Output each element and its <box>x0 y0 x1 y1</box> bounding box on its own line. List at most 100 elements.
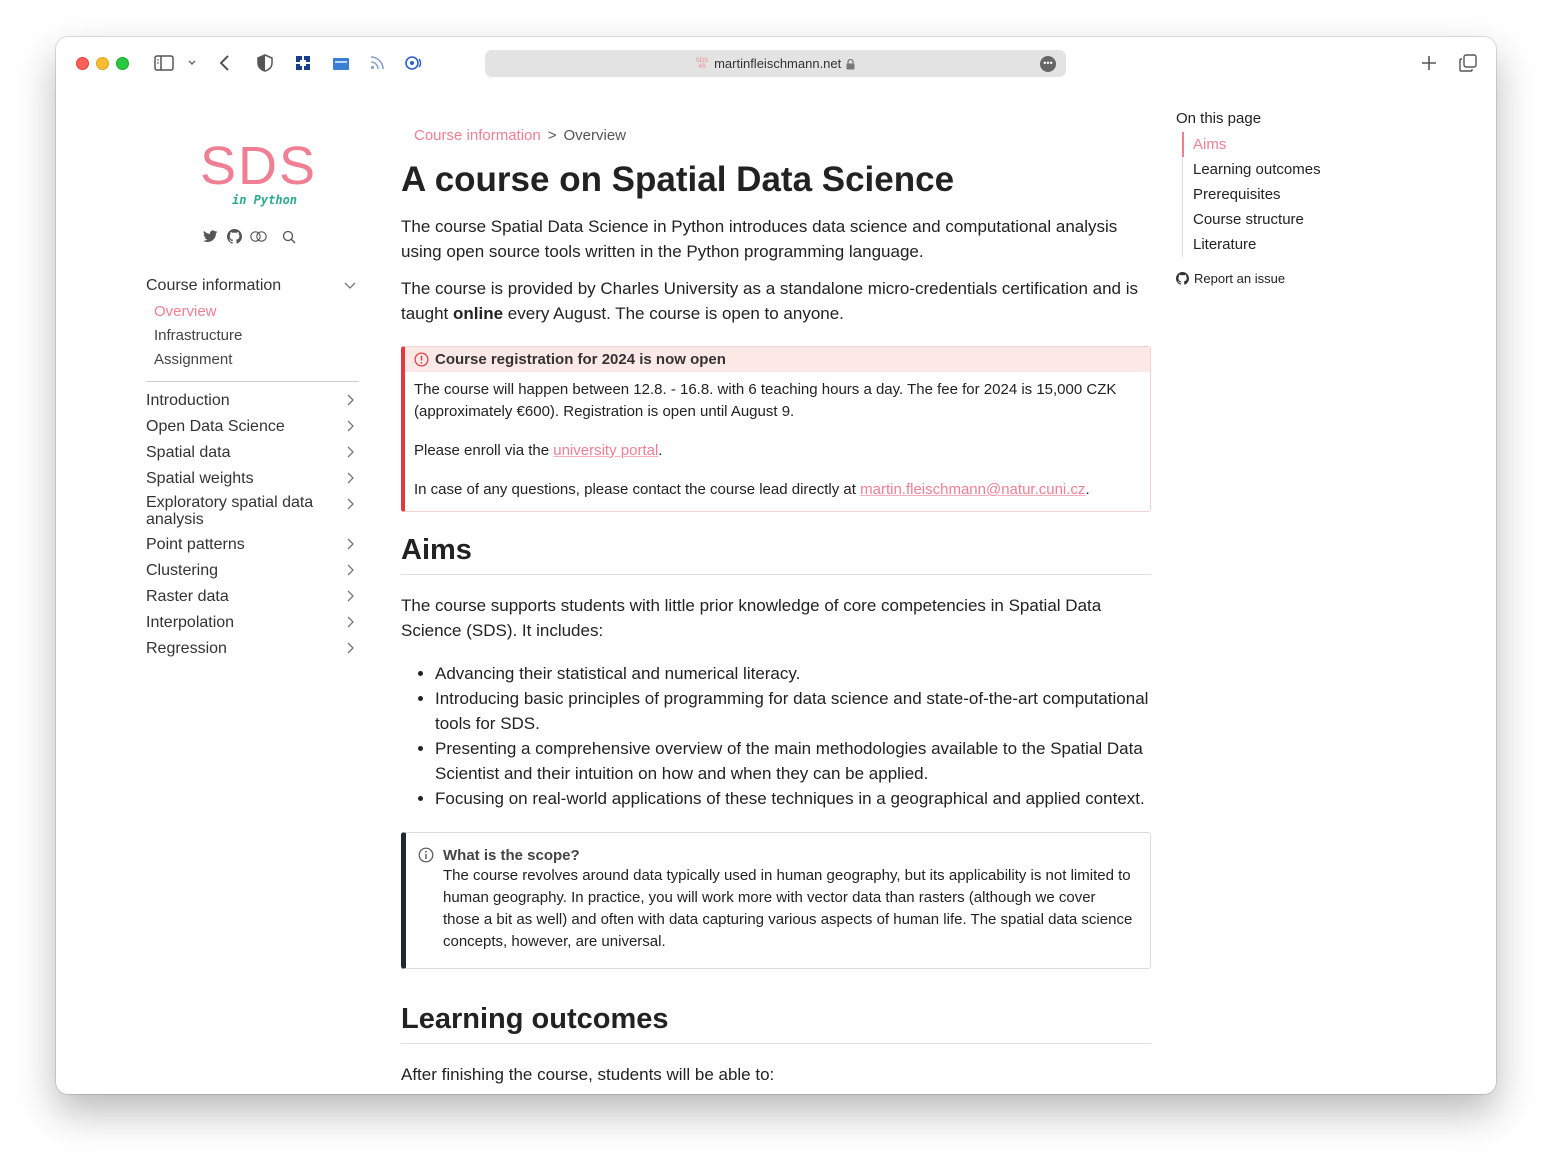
twitter-icon[interactable] <box>202 228 219 245</box>
list-item: Presenting a comprehensive overview of t… <box>435 736 1151 786</box>
chevron-right-icon[interactable] <box>343 419 357 433</box>
toc-item-prerequisites[interactable]: Prerequisites <box>1183 182 1376 207</box>
toc-item-literature[interactable]: Literature <box>1183 232 1376 257</box>
callout-title: What is the scope? <box>443 846 580 864</box>
aims-list: Advancing their statistical and numerica… <box>401 661 1151 811</box>
sidebar-section-course-information[interactable]: Course information <box>146 273 359 299</box>
toc-item-aims[interactable]: Aims <box>1182 132 1376 157</box>
main-content: Course information > Overview A course o… <box>401 123 1151 1087</box>
sidebar-toggle-icon[interactable] <box>153 52 175 74</box>
intro-paragraph: The course Spatial Data Science in Pytho… <box>401 217 1118 261</box>
sidebar-item-label: Clustering <box>146 562 219 579</box>
chevron-right-icon[interactable] <box>343 393 357 407</box>
sidebar-item-label: Exploratory spatial data analysis <box>146 494 314 528</box>
email-link[interactable]: martin.fleischmann@natur.cuni.cz <box>860 481 1085 498</box>
broadcast-icon[interactable] <box>403 52 423 74</box>
alert-icon <box>414 352 429 367</box>
logo-sub-text: in Python <box>232 193 298 207</box>
close-window-button[interactable] <box>76 57 89 70</box>
callout-paragraph: Please enroll via the university portal. <box>414 440 1140 462</box>
github-icon[interactable] <box>226 228 243 245</box>
toc-heading: On this page <box>1176 109 1262 127</box>
learning-outcomes-heading: Learning outcomes <box>401 1003 1151 1044</box>
sidebar-item-spatial-data[interactable]: Spatial data <box>146 440 359 466</box>
sidebar-item-introduction[interactable]: Introduction <box>146 388 359 414</box>
theme-toggle-icon[interactable] <box>250 228 267 245</box>
site-logo[interactable]: SDS in Python <box>200 137 315 207</box>
breadcrumb-separator: > <box>547 126 557 144</box>
chevron-right-icon[interactable] <box>343 563 357 577</box>
info-icon <box>418 847 434 863</box>
callout-text: In case of any questions, please contact… <box>414 481 861 498</box>
chevron-right-icon[interactable] <box>343 471 357 485</box>
report-issue-link[interactable]: Report an issue <box>1176 271 1376 286</box>
sidebar-item-raster-data[interactable]: Raster data <box>146 584 359 610</box>
toc-list: Aims Learning outcomes Prerequisites Cou… <box>1182 132 1376 257</box>
chevron-right-icon[interactable] <box>343 615 357 629</box>
sidebar-item-point-patterns[interactable]: Point patterns <box>146 532 359 558</box>
new-tab-icon[interactable] <box>1420 52 1438 74</box>
aims-heading: Aims <box>401 534 1151 575</box>
back-icon[interactable] <box>217 52 233 74</box>
address-bar[interactable]: SDS 4S martinfleischmann.net ••• <box>485 50 1066 77</box>
toc-item-learning-outcomes[interactable]: Learning outcomes <box>1183 157 1376 182</box>
sidebar-item-exploratory-spatial-data-analysis[interactable]: Exploratory spatial data analysis <box>146 492 359 532</box>
breadcrumb: Course information > Overview <box>401 123 1151 147</box>
sidebar-item-label: Regression <box>146 640 227 657</box>
page-title: A course on Spatial Data Science <box>401 160 955 199</box>
chevron-right-icon[interactable] <box>343 445 357 459</box>
sidebar-item-overview[interactable]: Overview <box>146 299 359 323</box>
rss-icon[interactable] <box>369 52 385 74</box>
toc-item-course-structure[interactable]: Course structure <box>1183 207 1376 232</box>
sidebar-item-assignment[interactable]: Assignment <box>146 347 359 371</box>
folder-icon[interactable] <box>331 52 351 74</box>
site-favicon: SDS 4S <box>695 57 709 70</box>
minimize-window-button[interactable] <box>96 57 109 70</box>
sidebar-item-interpolation[interactable]: Interpolation <box>146 610 359 636</box>
intro-bold-text: online <box>453 304 504 323</box>
chevron-right-icon[interactable] <box>343 589 357 603</box>
callout-paragraph: The course will happen between 12.8. - 1… <box>414 381 1117 420</box>
search-icon[interactable] <box>280 228 297 245</box>
list-item: Focusing on real-world applications of t… <box>435 786 1151 811</box>
chevron-down-icon[interactable] <box>343 278 357 292</box>
zoom-window-button[interactable] <box>116 57 129 70</box>
browser-window: SDS 4S martinfleischmann.net ••• SDS in P… <box>56 37 1496 1094</box>
shield-icon[interactable] <box>256 52 274 74</box>
callout-paragraph: In case of any questions, please contact… <box>414 479 1140 501</box>
university-portal-link[interactable]: university portal <box>553 442 658 459</box>
scope-callout: What is the scope? The course revolves a… <box>401 832 1151 969</box>
sidebar-item-spatial-weights[interactable]: Spatial weights <box>146 466 359 492</box>
github-icon <box>1176 272 1189 285</box>
registration-callout: Course registration for 2024 is now open… <box>401 346 1151 512</box>
browser-toolbar: SDS 4S martinfleischmann.net ••• <box>56 37 1496 89</box>
callout-text-end: . <box>1085 481 1090 498</box>
sidebar-item-infrastructure[interactable]: Infrastructure <box>146 323 359 347</box>
sidebar-item-label: Interpolation <box>146 614 235 631</box>
chevron-right-icon[interactable] <box>343 641 357 655</box>
address-url: martinfleischmann.net <box>714 56 842 71</box>
chevron-right-icon[interactable] <box>343 497 357 511</box>
breadcrumb-parent-link[interactable]: Course information <box>414 127 541 144</box>
list-item: Introducing basic principles of programm… <box>435 686 1151 736</box>
chevron-right-icon[interactable] <box>343 537 357 551</box>
sidebar-item-label: Introduction <box>146 392 230 409</box>
extension-icon[interactable] <box>294 52 312 74</box>
sidebar-item-label: Open Data Science <box>146 418 285 435</box>
sidebar-item-clustering[interactable]: Clustering <box>146 558 359 584</box>
sidebar-item-label: Spatial data <box>146 444 231 461</box>
tab-overview-icon[interactable] <box>1458 52 1478 74</box>
intro-text-end: every August. The course is open to anyo… <box>503 304 844 323</box>
intro-paragraph-2: The course is provided by Charles Univer… <box>401 276 1151 326</box>
social-links <box>202 228 297 245</box>
sidebar-section-label: Course information <box>146 277 282 294</box>
sidebar-item-label: Point patterns <box>146 536 245 553</box>
sidebar-item-regression[interactable]: Regression <box>146 636 359 662</box>
more-options-icon[interactable]: ••• <box>1040 56 1056 72</box>
callout-text: Please enroll via the <box>414 442 554 459</box>
callout-body: The course revolves around data typicall… <box>443 867 1133 950</box>
chevron-down-icon[interactable] <box>186 52 198 74</box>
sidebar-nav: Course information Overview Infrastructu… <box>146 273 359 662</box>
breadcrumb-current: Overview <box>563 126 627 144</box>
sidebar-item-open-data-science[interactable]: Open Data Science <box>146 414 359 440</box>
